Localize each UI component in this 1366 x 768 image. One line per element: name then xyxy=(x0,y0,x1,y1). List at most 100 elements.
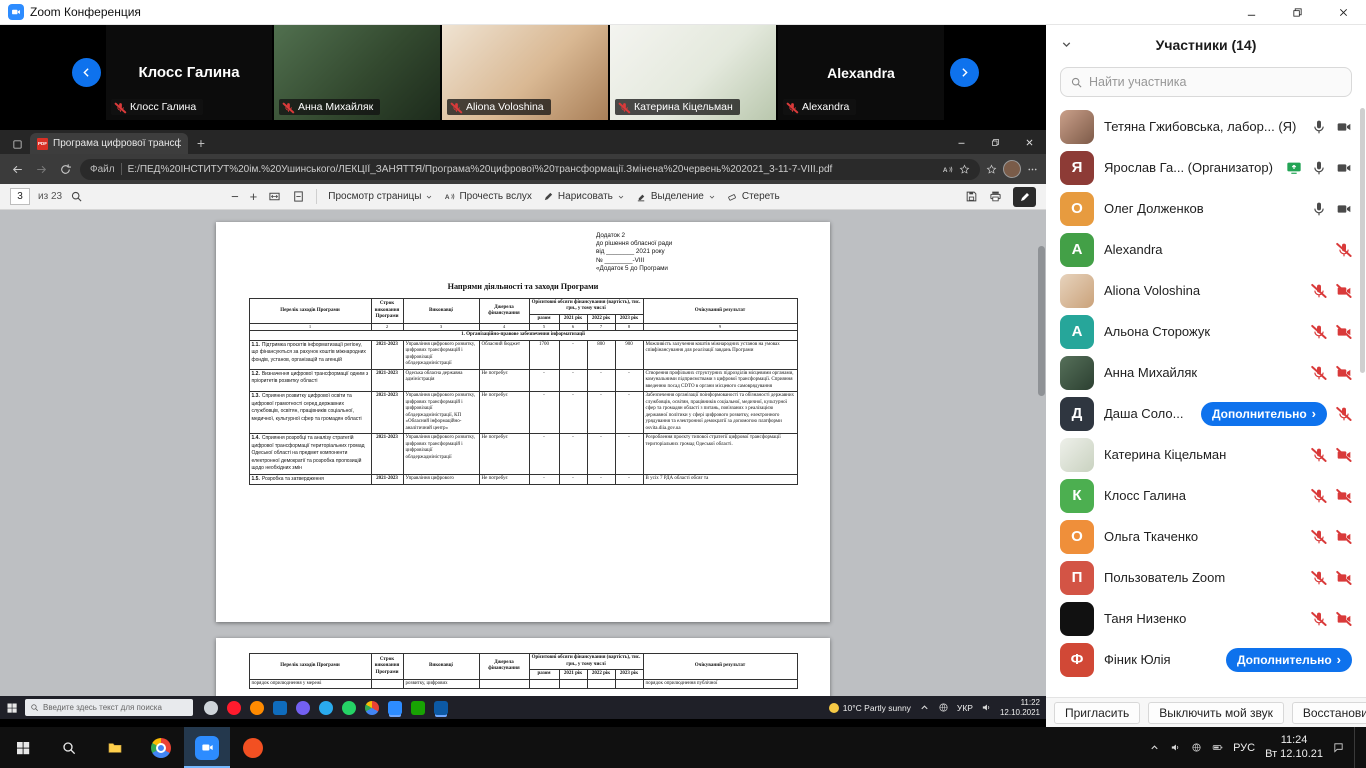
zoom-taskbar-icon[interactable] xyxy=(184,727,230,768)
network-icon[interactable] xyxy=(1191,742,1202,753)
read-aloud-icon[interactable] xyxy=(942,164,953,175)
browser-profile-avatar[interactable] xyxy=(1003,160,1021,178)
video-tile[interactable]: Aliona Voloshina xyxy=(442,25,608,120)
tray-chevron-up-icon[interactable] xyxy=(1149,742,1160,753)
highlight-button[interactable]: Выделение xyxy=(636,191,716,202)
video-tile[interactable]: Анна Михайляк xyxy=(274,25,440,120)
camera-off-icon[interactable] xyxy=(1336,447,1352,463)
participant-row[interactable]: Таня Низенко xyxy=(1046,598,1366,639)
camera-off-icon[interactable] xyxy=(1336,611,1352,627)
volume-icon[interactable] xyxy=(1170,742,1181,753)
browser-close-button[interactable] xyxy=(1012,130,1046,154)
back-icon[interactable] xyxy=(8,160,26,178)
participant-row[interactable]: О Олег Долженков xyxy=(1046,188,1366,229)
erase-button[interactable]: Стереть xyxy=(727,191,780,202)
shared-language-indicator[interactable]: УКР xyxy=(957,703,973,713)
language-indicator[interactable]: РУС xyxy=(1233,742,1255,754)
app-icon-orange[interactable] xyxy=(230,727,276,768)
camera-icon[interactable] xyxy=(1336,119,1352,135)
previous-videos-button[interactable] xyxy=(72,58,101,87)
camera-off-icon[interactable] xyxy=(1336,570,1352,586)
more-options-button[interactable]: Дополнительно › xyxy=(1226,648,1352,672)
mic-muted-icon[interactable] xyxy=(1336,242,1352,258)
participant-row[interactable]: Aliona Voloshina xyxy=(1046,270,1366,311)
print-icon[interactable] xyxy=(989,190,1002,203)
shared-search-input[interactable]: Введите здесь текст для поиска xyxy=(25,699,193,716)
whatsapp-icon[interactable] xyxy=(342,701,356,715)
minimize-button[interactable] xyxy=(1228,0,1274,24)
tab-list-icon[interactable] xyxy=(6,134,28,154)
start-button[interactable] xyxy=(0,727,46,768)
video-tile[interactable]: Клосс Галина Клосс Галина xyxy=(106,25,272,120)
mute-my-audio-button[interactable]: Выключить мой звук xyxy=(1148,702,1284,724)
bookmark-star-icon[interactable] xyxy=(959,164,970,175)
new-tab-button[interactable]: + xyxy=(188,132,214,154)
close-button[interactable] xyxy=(1320,0,1366,24)
edge-icon[interactable] xyxy=(434,701,448,715)
mic-icon[interactable] xyxy=(1311,119,1327,135)
participant-row[interactable]: Тетяна Гжибовська, лабор... (Я) xyxy=(1046,106,1366,147)
read-aloud-button[interactable]: Прочесть вслух xyxy=(444,191,531,202)
mic-muted-icon[interactable] xyxy=(1336,406,1352,422)
restore-status-button[interactable]: Восстановить стат... xyxy=(1292,702,1366,724)
participant-row[interactable]: Анна Михайляк xyxy=(1046,352,1366,393)
participant-list[interactable]: Тетяна Гжибовська, лабор... (Я) Я Яросла… xyxy=(1046,106,1366,697)
camera-off-icon[interactable] xyxy=(1336,488,1352,504)
chrome-icon[interactable] xyxy=(365,701,379,715)
pdf-scrollbar[interactable] xyxy=(1038,246,1045,396)
fit-width-icon[interactable] xyxy=(268,190,281,203)
show-desktop-button[interactable] xyxy=(1354,727,1358,768)
mic-muted-icon[interactable] xyxy=(1311,529,1327,545)
participant-row[interactable]: А Альона Сторожук xyxy=(1046,311,1366,352)
refresh-icon[interactable] xyxy=(56,160,74,178)
participant-row[interactable]: Катерина Кіцельман xyxy=(1046,434,1366,475)
mic-icon[interactable] xyxy=(1311,201,1327,217)
participant-search-input[interactable]: Найти участника xyxy=(1060,67,1352,97)
taskbar-search-icon[interactable] xyxy=(46,727,92,768)
tray-chevron-up-icon[interactable] xyxy=(919,702,930,713)
camera-icon[interactable] xyxy=(1336,201,1352,217)
file-explorer-icon[interactable] xyxy=(92,727,138,768)
action-center-icon[interactable] xyxy=(1333,742,1344,753)
taskbar-clock[interactable]: 11:24 Вт 12.10.21 xyxy=(1265,734,1323,762)
video-tile[interactable]: Катерина Кіцельман xyxy=(610,25,776,120)
search-document-icon[interactable] xyxy=(70,190,83,203)
chrome-icon[interactable] xyxy=(138,727,184,768)
zoom-in-button[interactable]: + xyxy=(250,190,258,203)
mail-icon[interactable] xyxy=(273,701,287,715)
browser-minimize-button[interactable] xyxy=(944,130,978,154)
network-icon[interactable] xyxy=(938,702,949,713)
favorites-icon[interactable] xyxy=(986,164,997,175)
page-number-input[interactable]: 3 xyxy=(10,188,30,205)
volume-icon[interactable] xyxy=(981,702,992,713)
participant-row[interactable]: О Ольга Ткаченко xyxy=(1046,516,1366,557)
mic-icon[interactable] xyxy=(1311,160,1327,176)
participant-row[interactable]: Ф Фіник Юлія Дополнительно › xyxy=(1046,639,1366,680)
camera-off-icon[interactable] xyxy=(1336,529,1352,545)
participant-row[interactable]: Д Даша Соло... Дополнительно › xyxy=(1046,393,1366,434)
browser-menu-icon[interactable] xyxy=(1027,164,1038,175)
participant-row[interactable]: A Alexandra xyxy=(1046,229,1366,270)
weather-widget[interactable]: 10°C Partly sunny xyxy=(829,703,911,713)
collapse-panel-icon[interactable] xyxy=(1060,38,1073,51)
participant-row[interactable]: Я Ярослав Га... (Организатор) xyxy=(1046,147,1366,188)
draw-button[interactable]: Нарисовать xyxy=(543,191,625,202)
camera-off-icon[interactable] xyxy=(1336,324,1352,340)
cortana-icon[interactable] xyxy=(204,701,218,715)
zoom-icon[interactable] xyxy=(388,701,402,715)
forward-icon[interactable] xyxy=(32,160,50,178)
mic-muted-icon[interactable] xyxy=(1311,283,1327,299)
mic-muted-icon[interactable] xyxy=(1311,447,1327,463)
mic-muted-icon[interactable] xyxy=(1311,611,1327,627)
shared-start-icon[interactable] xyxy=(6,702,18,714)
mic-muted-icon[interactable] xyxy=(1311,324,1327,340)
url-field[interactable]: Файл E:/ПЕД%20ІНСТИТУТ%20ім.%20Ушинськог… xyxy=(80,159,980,180)
mic-muted-icon[interactable] xyxy=(1311,488,1327,504)
more-options-button[interactable]: Дополнительно › xyxy=(1201,402,1327,426)
browser-restore-button[interactable] xyxy=(978,130,1012,154)
opera-icon[interactable] xyxy=(227,701,241,715)
browser-tab[interactable]: PDF Програма цифрової трансф... xyxy=(30,133,188,154)
battery-icon[interactable] xyxy=(1212,742,1223,753)
save-icon[interactable] xyxy=(965,190,978,203)
restore-button[interactable] xyxy=(1274,0,1320,24)
